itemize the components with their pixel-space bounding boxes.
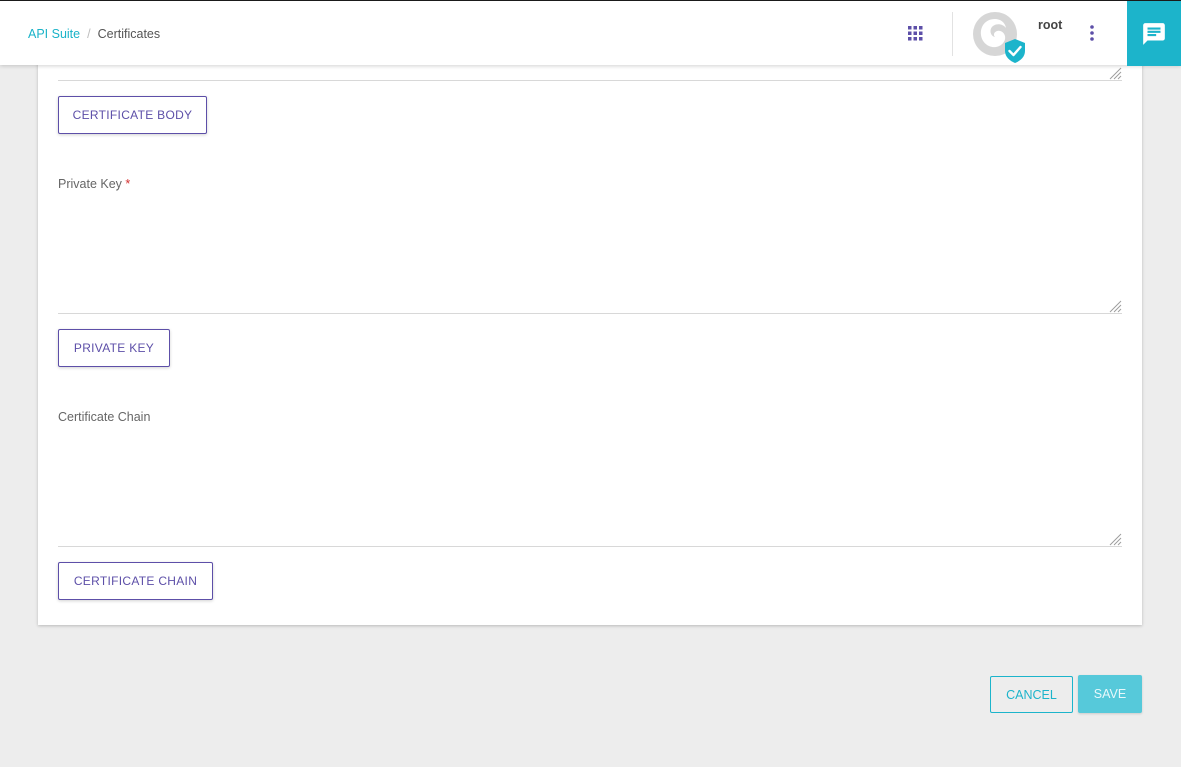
certificate-chain-underline	[58, 546, 1122, 547]
private-key-upload-button[interactable]: PRIVATE KEY	[58, 329, 170, 367]
top-app-bar: API Suite / Certificates root	[0, 0, 1181, 66]
certificate-chain-upload-button[interactable]: CERTIFICATE CHAIN	[58, 562, 213, 600]
breadcrumb: API Suite / Certificates	[28, 27, 160, 41]
username-label[interactable]: root	[1038, 18, 1062, 32]
certificate-form-card: CERTIFICATE BODY Private Key * PRIVATE K…	[38, 60, 1142, 625]
private-key-textarea[interactable]	[58, 198, 1122, 313]
breadcrumb-current: Certificates	[97, 27, 161, 41]
breadcrumb-separator: /	[87, 27, 91, 41]
certificate-body-upload-button[interactable]: CERTIFICATE BODY	[58, 96, 207, 134]
private-key-underline	[58, 313, 1122, 314]
certificate-body-underline	[58, 80, 1122, 81]
chat-button[interactable]	[1127, 1, 1181, 66]
header-divider	[952, 12, 953, 56]
certificate-chain-label: Certificate Chain	[58, 410, 151, 424]
required-mark: *	[125, 177, 131, 191]
chat-icon	[1143, 22, 1165, 45]
resize-handle-icon[interactable]	[1108, 66, 1122, 80]
private-key-label: Private Key *	[58, 177, 130, 191]
private-key-label-text: Private Key	[58, 177, 122, 191]
breadcrumb-api-suite-link[interactable]: API Suite	[28, 27, 80, 41]
apps-grid-icon[interactable]	[908, 26, 923, 41]
certificate-chain-textarea[interactable]	[58, 431, 1122, 546]
more-vertical-icon[interactable]	[1086, 24, 1098, 42]
avatar-verified-icon[interactable]	[972, 11, 1028, 63]
cancel-button[interactable]: CANCEL	[990, 676, 1073, 713]
resize-handle-icon[interactable]	[1108, 299, 1122, 313]
resize-handle-icon[interactable]	[1108, 532, 1122, 546]
save-button[interactable]: SAVE	[1078, 675, 1142, 713]
